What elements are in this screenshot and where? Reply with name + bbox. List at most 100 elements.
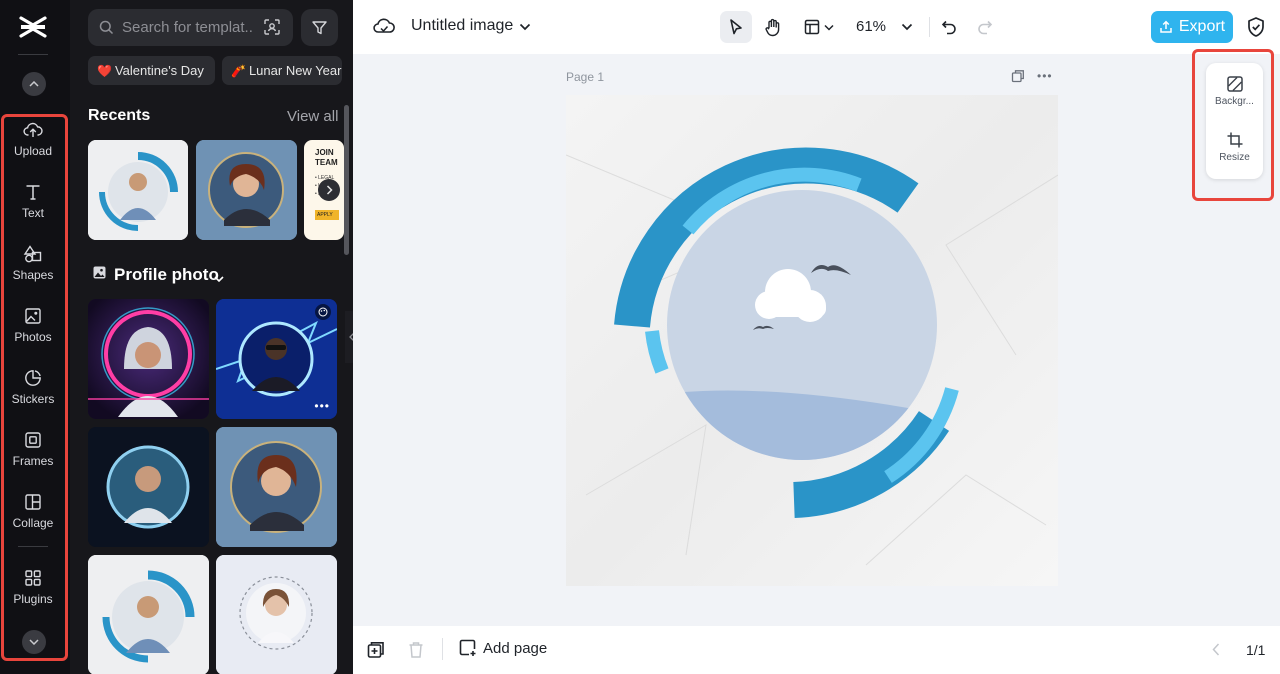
chip-valentines-day[interactable]: ❤️ Valentine's Day xyxy=(88,56,215,85)
canvas-area: Page 1 ••• Backgr... Resize xyxy=(353,49,1280,626)
chevron-up-icon xyxy=(29,81,39,87)
chevron-down-icon xyxy=(901,23,913,31)
add-page-button[interactable]: Add page xyxy=(459,639,547,657)
shield-check-icon[interactable] xyxy=(1246,16,1266,43)
document-title[interactable]: Untitled image xyxy=(411,17,513,35)
panel-scrollbar[interactable] xyxy=(344,105,349,255)
text-icon xyxy=(26,185,40,200)
redo-button[interactable] xyxy=(974,11,996,43)
add-element-icon[interactable] xyxy=(367,641,385,664)
duplicate-page-icon[interactable] xyxy=(1011,69,1025,83)
template-woman-frame[interactable] xyxy=(216,427,337,547)
upload-cloud-icon xyxy=(23,122,43,137)
chip-label: Lunar New Year xyxy=(248,63,342,78)
background-button[interactable]: Backgr... xyxy=(1206,75,1263,123)
resize-button[interactable]: Resize xyxy=(1206,131,1263,179)
export-button[interactable]: Export xyxy=(1151,11,1233,43)
chevron-down-icon xyxy=(29,639,39,645)
rail-scroll-down-button[interactable] xyxy=(22,630,46,654)
rail-item-text[interactable]: Text xyxy=(4,180,62,232)
top-toolbar: Untitled image 61% Export xyxy=(353,0,1280,54)
template-lightning[interactable]: ••• xyxy=(216,299,337,419)
category-chevron-down-icon[interactable] xyxy=(214,270,224,288)
select-tool-button[interactable] xyxy=(720,11,752,43)
promo-apply-button: APPLY xyxy=(315,210,339,220)
previous-page-icon[interactable] xyxy=(1212,643,1220,661)
recents-next-button[interactable] xyxy=(318,179,340,201)
view-all-link[interactable]: View all xyxy=(287,108,338,125)
chevron-down-icon xyxy=(824,24,834,31)
chip-lunar-new-year[interactable]: 🧨 Lunar New Year xyxy=(222,56,342,85)
template-man-ring[interactable] xyxy=(88,555,209,674)
undo-button[interactable] xyxy=(938,11,960,43)
hand-icon xyxy=(765,18,780,36)
photos-icon xyxy=(25,308,41,324)
rail-item-shapes[interactable]: Shapes xyxy=(4,242,62,294)
chip-label: Valentine's Day xyxy=(114,63,204,78)
search-box[interactable] xyxy=(88,9,293,46)
asset-panel: ❤️ Valentine's Day 🧨 Lunar New Year Rece… xyxy=(70,0,353,674)
rail-divider xyxy=(18,54,48,55)
rail-item-label: Upload xyxy=(13,144,53,158)
rail-item-collage[interactable]: Collage xyxy=(4,490,62,542)
rail-scroll-up-button[interactable] xyxy=(22,72,46,96)
capcut-logo-icon[interactable] xyxy=(16,12,50,42)
rail-item-plugins[interactable]: Plugins xyxy=(4,566,62,618)
rail-item-upload[interactable]: Upload xyxy=(4,118,62,170)
artboard[interactable] xyxy=(566,95,1058,586)
rail-item-label: Frames xyxy=(12,454,54,468)
palette-icon[interactable] xyxy=(315,304,331,320)
cloud-sync-icon[interactable] xyxy=(373,16,395,41)
more-options-icon[interactable]: ••• xyxy=(314,399,330,413)
promo-line2: TEAM xyxy=(315,158,338,167)
image-search-icon[interactable] xyxy=(263,18,281,36)
layout-dropdown-button[interactable] xyxy=(799,11,839,43)
chevron-down-icon[interactable] xyxy=(519,18,531,36)
layout-icon xyxy=(804,19,820,35)
template-neon-hood[interactable] xyxy=(88,299,209,419)
hand-tool-button[interactable] xyxy=(757,11,789,43)
search-icon xyxy=(99,20,114,35)
recent-template-man-ring[interactable] xyxy=(88,140,188,240)
promo-line1: JOIN xyxy=(315,148,334,157)
rail-item-stickers[interactable]: Stickers xyxy=(4,366,62,418)
template-dark-ring[interactable] xyxy=(88,427,209,547)
search-input[interactable] xyxy=(122,19,254,36)
undo-icon xyxy=(941,20,956,35)
rail-item-label: Collage xyxy=(12,516,54,530)
side-panel: Backgr... Resize xyxy=(1206,63,1263,179)
page-more-icon[interactable]: ••• xyxy=(1037,69,1053,83)
left-rail: Upload Text Shapes Photos Stickers Frame… xyxy=(0,0,70,674)
rail-item-label: Photos xyxy=(14,330,52,344)
template-floral-wreath[interactable] xyxy=(216,555,337,674)
chevron-right-icon xyxy=(326,185,333,195)
resize-icon xyxy=(1227,132,1242,148)
heart-icon: ❤️ xyxy=(97,63,112,78)
zoom-level[interactable]: 61% xyxy=(856,18,886,35)
rail-item-label: Shapes xyxy=(12,268,54,282)
resize-label: Resize xyxy=(1219,152,1250,163)
add-page-icon xyxy=(459,639,476,656)
cursor-arrow-icon xyxy=(730,19,742,35)
filter-icon xyxy=(312,21,327,35)
rail-item-photos[interactable]: Photos xyxy=(4,304,62,356)
trash-icon[interactable] xyxy=(408,641,424,664)
image-category-icon xyxy=(93,266,106,284)
rail-item-label: Plugins xyxy=(13,592,53,606)
page-tools: ••• xyxy=(1011,69,1053,83)
filter-button[interactable] xyxy=(301,9,338,46)
bottom-divider xyxy=(442,638,443,660)
page-count: 1/1 xyxy=(1246,642,1266,658)
stickers-icon xyxy=(25,370,41,386)
category-title[interactable]: Profile photo xyxy=(114,265,219,285)
rail-item-frames[interactable]: Frames xyxy=(4,428,62,480)
firecracker-icon: 🧨 xyxy=(231,63,246,78)
rail-item-label: Text xyxy=(21,206,44,220)
frames-icon xyxy=(25,432,41,448)
recent-template-woman-portrait[interactable] xyxy=(196,140,297,240)
artboard-design xyxy=(566,95,1058,586)
redo-icon xyxy=(978,20,993,35)
bottom-bar: Add page 1/1 xyxy=(353,626,1280,674)
collage-icon xyxy=(25,494,41,510)
zoom-dropdown-button[interactable] xyxy=(897,11,917,43)
